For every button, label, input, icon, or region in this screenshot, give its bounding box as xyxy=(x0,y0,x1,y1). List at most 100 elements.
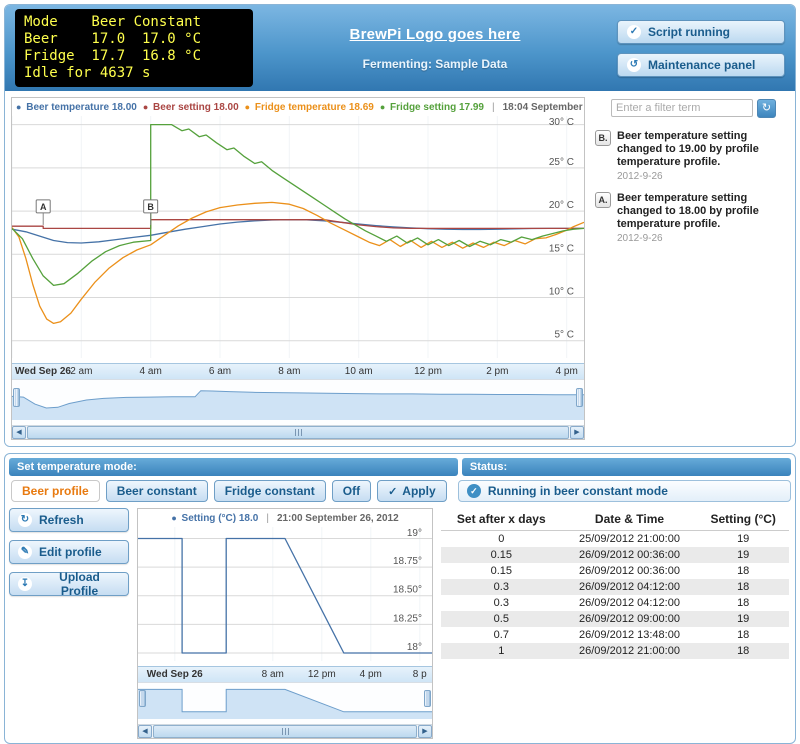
legend-value: 18.00 xyxy=(112,102,137,113)
scroll-right-icon[interactable]: ▶ xyxy=(418,725,432,738)
profile-table: Set after x daysDate & TimeSetting (°C) … xyxy=(441,508,789,659)
filter-refresh-button[interactable]: ↻ xyxy=(757,99,776,118)
annotation-feed: B.Beer temperature setting changed to 19… xyxy=(595,130,787,244)
scrollbar-track[interactable] xyxy=(27,426,569,439)
table-cell: 26/09/2012 04:12:00 xyxy=(562,595,698,611)
maintenance-panel-button[interactable]: ↺ Maintenance panel xyxy=(617,53,785,77)
table-row[interactable]: 0.326/09/2012 04:12:0018 xyxy=(441,579,789,595)
scroll-left-icon[interactable]: ◀ xyxy=(138,725,152,738)
column-header-set-after-x-days: Set after x days xyxy=(441,508,562,531)
table-cell: 18 xyxy=(697,643,789,659)
main-chart-scrollbar[interactable]: ◀ ▶ xyxy=(12,425,584,439)
navigator-left-handle[interactable] xyxy=(139,690,146,707)
annotation-date: 2012-9-26 xyxy=(617,171,787,182)
legend-item-fridge-temperature[interactable]: ● Fridge temperature 18.69 xyxy=(245,102,374,113)
profile-chart-navigator[interactable] xyxy=(138,682,432,724)
svg-text:18.25°: 18.25° xyxy=(393,613,422,624)
apply-button[interactable]: ✓Apply xyxy=(377,480,447,502)
scroll-left-icon[interactable]: ◀ xyxy=(12,426,26,439)
profile-chart-scrollbar[interactable]: ◀ ▶ xyxy=(138,724,432,738)
main-chart: ● Beer temperature 18.00● Beer setting 1… xyxy=(11,97,585,440)
legend-label: Fridge setting xyxy=(387,102,459,113)
table-row[interactable]: 0.326/09/2012 04:12:0018 xyxy=(441,595,789,611)
main-chart-navigator[interactable] xyxy=(12,379,584,425)
legend-item-beer-setting[interactable]: ● Beer setting 18.00 xyxy=(143,102,239,113)
scrollbar-thumb[interactable] xyxy=(153,725,417,738)
profile-chart-svg[interactable]: 19°18.75°18.50°18.25°18° xyxy=(138,527,432,661)
annotation-panel: ↻ B.Beer temperature setting changed to … xyxy=(585,97,789,440)
profile-navigator-svg[interactable] xyxy=(138,683,432,719)
refresh-icon: ↻ xyxy=(18,513,32,527)
brewpi-logo[interactable]: BrewPi Logo goes here xyxy=(265,26,605,43)
mode-button-label: Fridge constant xyxy=(225,484,315,498)
x-axis-label: 8 p xyxy=(413,669,427,680)
legend-label: Fridge temperature xyxy=(252,102,349,113)
mode-button-label: Off xyxy=(343,484,360,498)
mode-button-off[interactable]: Off xyxy=(332,480,371,502)
table-cell: 26/09/2012 21:00:00 xyxy=(562,643,698,659)
table-row[interactable]: 0.1526/09/2012 00:36:0019 xyxy=(441,547,789,563)
upload-profile-button[interactable]: ↧Upload Profile xyxy=(9,572,129,596)
x-axis-label: 2 pm xyxy=(486,366,508,377)
series-marker-icon: ● xyxy=(16,102,21,112)
svg-text:30° C: 30° C xyxy=(549,117,574,128)
svg-text:5° C: 5° C xyxy=(554,330,574,341)
column-header-setting-c-: Setting (°C) xyxy=(697,508,789,531)
filter-row: ↻ xyxy=(611,99,787,118)
table-cell: 0.3 xyxy=(441,595,562,611)
header-buttons: ✓ Script running ↺ Maintenance panel xyxy=(617,20,785,77)
mode-button-fridge-constant[interactable]: Fridge constant xyxy=(214,480,326,502)
navigator-left-handle[interactable] xyxy=(13,388,20,407)
main-chart-plot-area[interactable]: 30° C25° C20° C15° C10° C5° CAB xyxy=(12,116,584,363)
legend-value: 17.99 xyxy=(459,102,484,113)
table-row[interactable]: 0.1526/09/2012 00:36:0018 xyxy=(441,563,789,579)
side-button-column: ↻Refresh ✎Edit profile ↧Upload Profile xyxy=(9,508,129,596)
table-row[interactable]: 0.726/09/2012 13:48:0018 xyxy=(441,627,789,643)
annotation-item[interactable]: A.Beer temperature setting changed to 18… xyxy=(595,192,787,244)
navigator-svg[interactable] xyxy=(12,380,584,420)
annotation-date: 2012-9-26 xyxy=(617,233,787,244)
navigator-right-handle[interactable] xyxy=(424,690,431,707)
bottom-main: ↻Refresh ✎Edit profile ↧Upload Profile ● S… xyxy=(9,508,791,739)
apply-label: Apply xyxy=(402,484,435,498)
x-axis-label: 6 am xyxy=(209,366,231,377)
x-axis-label: Wed Sep 26 xyxy=(15,366,71,377)
table-row[interactable]: 0.526/09/2012 09:00:0019 xyxy=(441,611,789,627)
x-axis-label: 4 pm xyxy=(360,669,382,680)
mode-button-beer-profile[interactable]: Beer profile xyxy=(11,480,100,502)
chart-time-label: 18:04 September 26, 2012 xyxy=(503,102,584,113)
annotation-body: Beer temperature setting changed to 18.0… xyxy=(617,192,787,244)
scrollbar-thumb[interactable] xyxy=(27,426,569,439)
legend-item-fridge-setting[interactable]: ● Fridge setting 17.99 xyxy=(380,102,484,113)
annotation-body: Beer temperature setting changed to 19.0… xyxy=(617,130,787,182)
status-header: Status: xyxy=(462,458,791,476)
legend-label: Beer setting xyxy=(150,102,213,113)
profile-plot-area[interactable]: 19°18.75°18.50°18.25°18° xyxy=(138,527,432,666)
lcd-line: Mode Beer Constant xyxy=(24,14,244,31)
script-running-label: Script running xyxy=(648,25,730,39)
grip-icon xyxy=(282,728,289,735)
refresh-button[interactable]: ↻Refresh xyxy=(9,508,129,532)
legend-label: Setting (°C) xyxy=(179,513,239,524)
top-content: ● Beer temperature 18.00● Beer setting 1… xyxy=(5,91,795,446)
lcd-line: Idle for 4637 s xyxy=(24,65,244,82)
main-chart-svg[interactable]: 30° C25° C20° C15° C10° C5° CAB xyxy=(12,116,584,358)
table-row[interactable]: 025/09/2012 21:00:0019 xyxy=(441,531,789,548)
legend-item-setting-c-[interactable]: ● Setting (°C) 18.0 xyxy=(171,513,258,524)
navigator-right-handle[interactable] xyxy=(576,388,583,407)
annotation-item[interactable]: B.Beer temperature setting changed to 19… xyxy=(595,130,787,182)
column-header-date-time: Date & Time xyxy=(562,508,698,531)
table-cell: 19 xyxy=(697,547,789,563)
table-cell: 18 xyxy=(697,627,789,643)
edit-profile-button[interactable]: ✎Edit profile xyxy=(9,540,129,564)
table-row[interactable]: 126/09/2012 21:00:0018 xyxy=(441,643,789,659)
filter-input[interactable] xyxy=(611,99,753,117)
scrollbar-track[interactable] xyxy=(153,725,417,738)
profile-table-body: 025/09/2012 21:00:00190.1526/09/2012 00:… xyxy=(441,531,789,660)
check-icon: ✓ xyxy=(627,25,641,39)
main-chart-xaxis: Wed Sep 262 am4 am6 am8 am10 am12 pm2 pm… xyxy=(12,363,584,379)
mode-button-beer-constant[interactable]: Beer constant xyxy=(106,480,208,502)
script-running-button[interactable]: ✓ Script running xyxy=(617,20,785,44)
scroll-right-icon[interactable]: ▶ xyxy=(570,426,584,439)
legend-item-beer-temperature[interactable]: ● Beer temperature 18.00 xyxy=(16,102,137,113)
